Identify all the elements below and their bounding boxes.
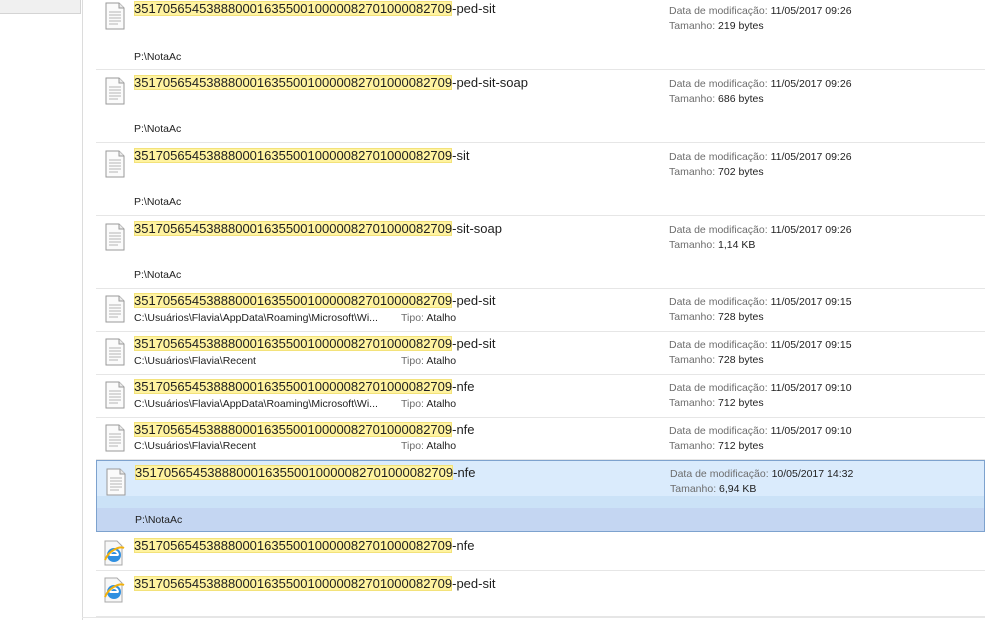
list-bottom-divider	[82, 617, 985, 618]
result-location: C:\Usuários\Flavia\Recent	[134, 355, 256, 367]
size-info: Tamanho: 728 bytes	[669, 354, 764, 366]
ie-icon	[104, 540, 125, 566]
search-match-highlight: 3517056545388800016355001000008270100008…	[135, 465, 454, 480]
result-name[interactable]: 3517056545388800016355001000008270100008…	[134, 75, 528, 91]
search-match-highlight: 3517056545388800016355001000008270100008…	[134, 576, 453, 591]
selection-band	[97, 496, 984, 508]
result-location: P:\NotaAc	[134, 123, 182, 135]
search-match-highlight: 3517056545388800016355001000008270100008…	[134, 379, 453, 394]
result-name[interactable]: 3517056545388800016355001000008270100008…	[134, 379, 475, 395]
result-name[interactable]: 3517056545388800016355001000008270100008…	[134, 293, 495, 309]
modified-info: Data de modificação: 10/05/2017 14:32	[670, 468, 854, 480]
result-name[interactable]: 3517056545388800016355001000008270100008…	[134, 221, 502, 237]
modified-info: Data de modificação: 11/05/2017 09:26	[669, 224, 852, 236]
result-location: P:\NotaAc	[134, 196, 182, 208]
result-item[interactable]: 3517056545388800016355001000008270100008…	[96, 0, 985, 70]
result-item[interactable]: 3517056545388800016355001000008270100008…	[96, 289, 985, 332]
result-name[interactable]: 3517056545388800016355001000008270100008…	[134, 538, 475, 554]
text-file-icon	[105, 424, 125, 452]
size-info: Tamanho: 219 bytes	[669, 20, 764, 32]
selection-path-band	[97, 508, 984, 531]
type-info: Tipo: Atalho	[401, 312, 457, 324]
result-item[interactable]: 3517056545388800016355001000008270100008…	[96, 375, 985, 418]
search-match-highlight: 3517056545388800016355001000008270100008…	[134, 422, 453, 437]
result-item[interactable]: 3517056545388800016355001000008270100008…	[96, 532, 985, 571]
text-file-icon	[105, 2, 125, 30]
size-info: Tamanho: 712 bytes	[669, 440, 764, 452]
modified-info: Data de modificação: 11/05/2017 09:15	[669, 339, 852, 351]
text-file-icon	[105, 338, 125, 366]
text-file-icon	[105, 150, 125, 178]
navigation-pane[interactable]	[0, 0, 83, 620]
result-item[interactable]: 3517056545388800016355001000008270100008…	[96, 143, 985, 216]
modified-info: Data de modificação: 11/05/2017 09:10	[669, 425, 852, 437]
text-file-icon	[105, 295, 125, 323]
search-match-highlight: 3517056545388800016355001000008270100008…	[134, 538, 453, 553]
type-info: Tipo: Atalho	[401, 355, 457, 367]
search-match-highlight: 3517056545388800016355001000008270100008…	[134, 1, 453, 16]
size-info: Tamanho: 712 bytes	[669, 397, 764, 409]
type-info: Tipo: Atalho	[401, 440, 457, 452]
result-location: P:\NotaAc	[135, 514, 183, 526]
result-item-selected[interactable]: 3517056545388800016355001000008270100008…	[96, 460, 985, 532]
search-match-highlight: 3517056545388800016355001000008270100008…	[134, 336, 453, 351]
modified-info: Data de modificação: 11/05/2017 09:10	[669, 382, 852, 394]
result-location: C:\Usuários\Flavia\Recent	[134, 440, 256, 452]
size-info: Tamanho: 728 bytes	[669, 311, 764, 323]
result-location: P:\NotaAc	[134, 269, 182, 281]
modified-info: Data de modificação: 11/05/2017 09:26	[669, 5, 852, 17]
modified-info: Data de modificação: 11/05/2017 09:26	[669, 151, 852, 163]
text-file-icon	[105, 77, 125, 105]
result-item[interactable]: 3517056545388800016355001000008270100008…	[96, 418, 985, 460]
search-results-list[interactable]: 3517056545388800016355001000008270100008…	[96, 0, 985, 620]
search-match-highlight: 3517056545388800016355001000008270100008…	[134, 148, 453, 163]
result-item[interactable]: 3517056545388800016355001000008270100008…	[96, 70, 985, 143]
result-location: C:\Usuários\Flavia\AppData\Roaming\Micro…	[134, 398, 378, 410]
result-item[interactable]: 3517056545388800016355001000008270100008…	[96, 571, 985, 617]
ie-icon	[104, 577, 125, 603]
text-file-icon	[106, 468, 126, 496]
result-name[interactable]: 3517056545388800016355001000008270100008…	[134, 576, 495, 592]
text-file-icon	[105, 381, 125, 409]
result-item[interactable]: 3517056545388800016355001000008270100008…	[96, 216, 985, 289]
result-name[interactable]: 3517056545388800016355001000008270100008…	[135, 465, 476, 481]
navigation-pane-scroll-edge	[0, 0, 81, 14]
result-item[interactable]: 3517056545388800016355001000008270100008…	[96, 332, 985, 375]
modified-info: Data de modificação: 11/05/2017 09:26	[669, 78, 852, 90]
result-location: C:\Usuários\Flavia\AppData\Roaming\Micro…	[134, 312, 378, 324]
size-info: Tamanho: 702 bytes	[669, 166, 764, 178]
text-file-icon	[105, 223, 125, 251]
modified-info: Data de modificação: 11/05/2017 09:15	[669, 296, 852, 308]
size-info: Tamanho: 686 bytes	[669, 93, 764, 105]
result-name[interactable]: 3517056545388800016355001000008270100008…	[134, 1, 495, 17]
search-match-highlight: 3517056545388800016355001000008270100008…	[134, 221, 453, 236]
result-location: P:\NotaAc	[134, 51, 182, 63]
result-name[interactable]: 3517056545388800016355001000008270100008…	[134, 336, 495, 352]
search-match-highlight: 3517056545388800016355001000008270100008…	[134, 293, 453, 308]
size-info: Tamanho: 6,94 KB	[670, 483, 757, 495]
type-info: Tipo: Atalho	[401, 398, 457, 410]
size-info: Tamanho: 1,14 KB	[669, 239, 756, 251]
search-match-highlight: 3517056545388800016355001000008270100008…	[134, 75, 453, 90]
result-name[interactable]: 3517056545388800016355001000008270100008…	[134, 148, 469, 164]
result-name[interactable]: 3517056545388800016355001000008270100008…	[134, 422, 475, 438]
